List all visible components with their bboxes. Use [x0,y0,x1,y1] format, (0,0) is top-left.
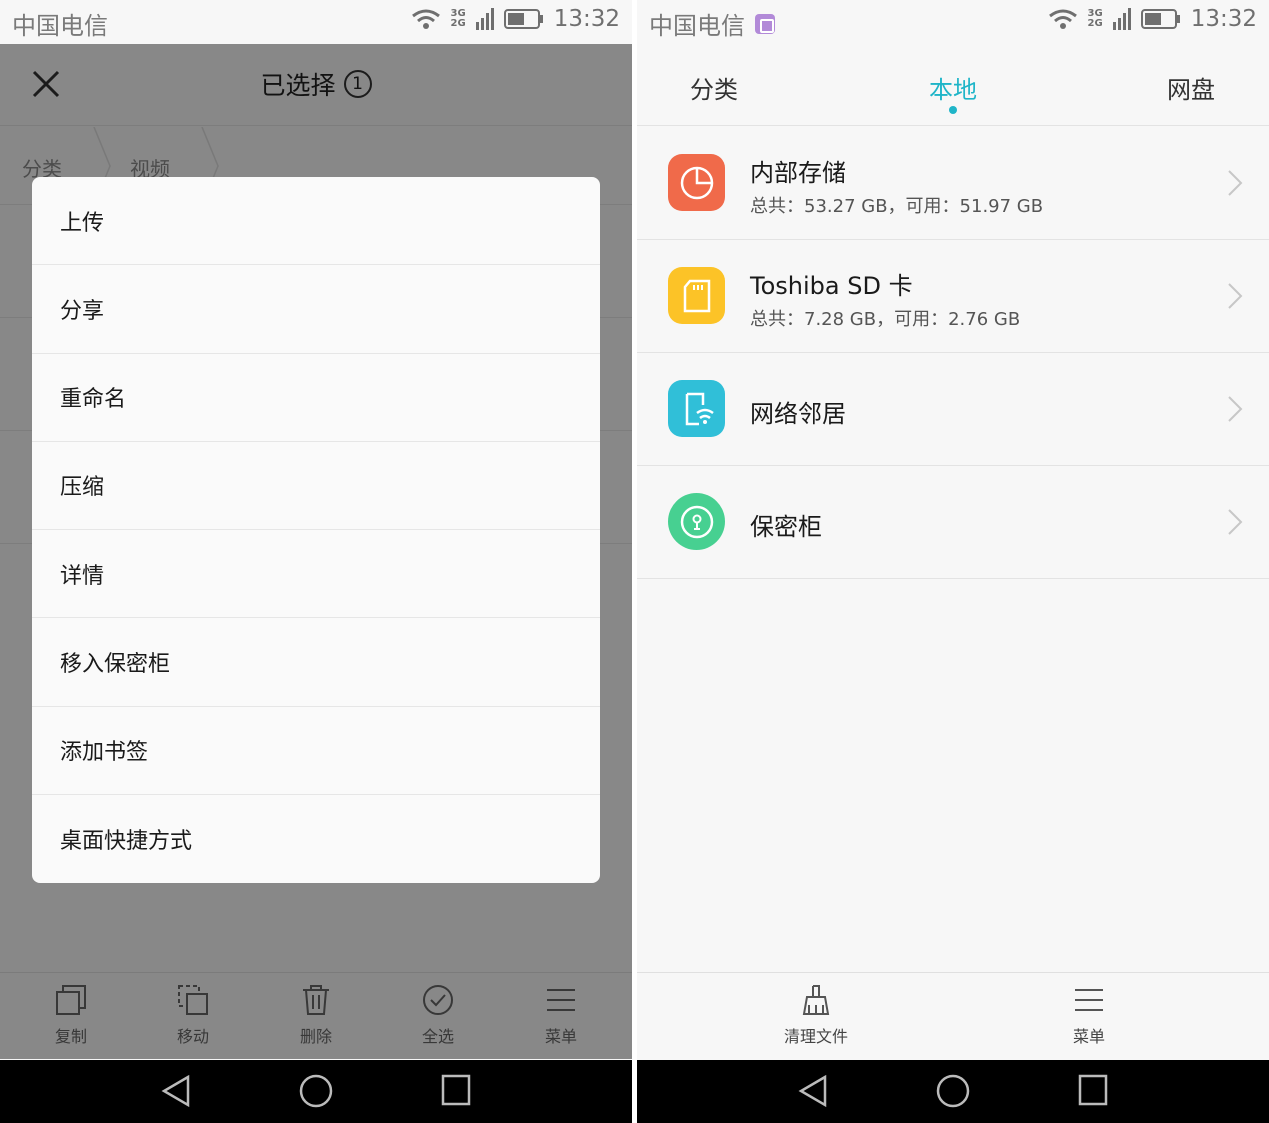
menu-item-details[interactable]: 详情 [32,530,600,619]
wifi-icon [411,9,440,29]
sd-card-icon [668,267,725,324]
menu-item-upload[interactable]: 上传 [32,177,600,266]
menu-item-add-bookmark[interactable]: 添加书签 [32,707,600,795]
menu-item-move-to-safe[interactable]: 移入保密柜 [32,618,600,707]
menu-label: 菜单 [1072,1027,1105,1046]
menu-item-share[interactable]: 分享 [32,265,600,354]
broom-icon [802,985,830,1015]
network-type: 3G 2G [451,9,466,29]
right-screen: 中国电信 3G 2G 13:32 分类 本地 网盘 内部存储 总共：53.27 G… [637,0,1269,1123]
menu-icon [1075,989,1103,1011]
storage-row-network[interactable]: 网络邻居 [637,353,1269,466]
menu-item-compress[interactable]: 压缩 [32,442,600,530]
tab-local[interactable]: 本地 [929,70,977,105]
battery-icon [1140,9,1180,29]
network-2g-label: 2G [450,18,466,29]
home-icon[interactable] [936,1074,970,1108]
carrier-text: 中国电信 [649,12,745,40]
system-nav-bar [637,1060,1269,1123]
active-tab-indicator [949,106,957,114]
network-2g-label: 2G [1087,18,1103,29]
tab-bar: 分类 本地 网盘 [637,44,1269,126]
storage-title: 网络邻居 [750,400,846,428]
tab-category[interactable]: 分类 [690,70,738,105]
pie-chart-icon [668,154,725,211]
status-time: 13:32 [553,6,620,32]
storage-row-sd-card[interactable]: Toshiba SD 卡 总共：7.28 GB，可用：2.76 GB [637,240,1269,353]
menu-button[interactable]: 菜单 [1029,983,1149,1047]
safe-lock-icon [668,493,725,550]
back-icon[interactable] [160,1074,192,1108]
context-menu: 上传 分享 重命名 压缩 详情 移入保密柜 添加书签 桌面快捷方式 [32,177,600,883]
network-type: 3G 2G [1088,9,1103,29]
storage-row-internal[interactable]: 内部存储 总共：53.27 GB，可用：51.97 GB [637,127,1269,240]
signal-icon [475,8,494,30]
gallery-notification-icon [755,13,775,34]
status-bar: 中国电信 3G 2G 13:32 [0,0,632,44]
right-toolbar: 清理文件 菜单 [637,972,1269,1060]
clean-files-button[interactable]: 清理文件 [756,983,876,1047]
status-time: 13:32 [1190,6,1257,32]
network-device-icon [668,380,725,437]
storage-subtitle: 总共：53.27 GB，可用：51.97 GB [750,196,1044,217]
wifi-icon [1048,9,1077,29]
storage-title: 内部存储 [750,159,846,187]
status-icons: 3G 2G 13:32 [1048,6,1257,32]
clean-files-label: 清理文件 [783,1027,848,1046]
menu-item-rename[interactable]: 重命名 [32,354,600,442]
carrier-name: 中国电信 [12,12,108,40]
chevron-right-icon [1228,509,1243,535]
home-icon[interactable] [299,1074,333,1108]
left-screen: 中国电信 3G 2G 13:32 已选择 1 分类 视频 复制 移动 删除 全选… [0,0,632,1123]
recents-icon[interactable] [1078,1074,1108,1106]
storage-title: 保密柜 [750,513,822,541]
status-bar: 中国电信 3G 2G 13:32 [637,0,1269,44]
chevron-right-icon [1228,283,1243,309]
back-icon[interactable] [797,1074,829,1108]
system-nav-bar [0,1060,632,1123]
storage-row-safe[interactable]: 保密柜 [637,466,1269,579]
storage-title: Toshiba SD 卡 [750,272,913,300]
menu-item-desktop-shortcut[interactable]: 桌面快捷方式 [32,795,600,883]
chevron-right-icon [1228,396,1243,422]
storage-subtitle: 总共：7.28 GB，可用：2.76 GB [750,309,1021,330]
signal-icon [1112,8,1131,30]
chevron-right-icon [1228,170,1243,196]
status-icons: 3G 2G 13:32 [411,6,620,32]
carrier-name: 中国电信 [649,6,775,41]
recents-icon[interactable] [441,1074,471,1106]
tab-cloud-drive[interactable]: 网盘 [1167,70,1215,105]
battery-icon [503,9,543,29]
